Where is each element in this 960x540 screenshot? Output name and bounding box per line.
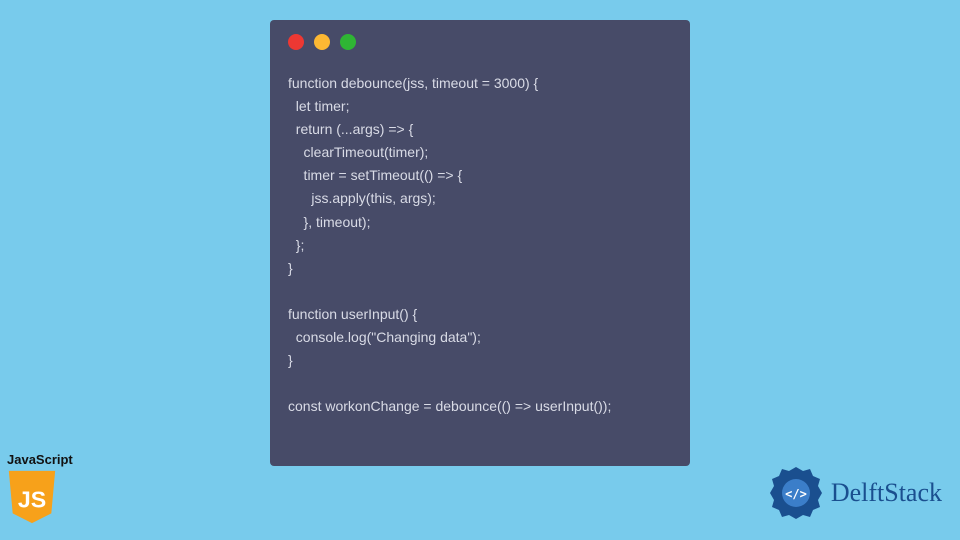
shield-text: JS <box>18 487 46 513</box>
javascript-badge: JavaScript JS <box>6 452 73 530</box>
javascript-label: JavaScript <box>6 452 73 467</box>
delftstack-gear-icon: </> <box>767 464 825 522</box>
minimize-icon <box>314 34 330 50</box>
javascript-shield-icon: JS <box>6 469 58 525</box>
traffic-lights <box>288 34 672 50</box>
maximize-icon <box>340 34 356 50</box>
code-snippet: function debounce(jss, timeout = 3000) {… <box>288 72 672 418</box>
close-icon <box>288 34 304 50</box>
code-window: function debounce(jss, timeout = 3000) {… <box>270 20 690 466</box>
svg-text:</>: </> <box>785 487 807 501</box>
delftstack-logo: </> DelftStack <box>767 464 942 522</box>
brand-name: DelftStack <box>831 478 942 508</box>
